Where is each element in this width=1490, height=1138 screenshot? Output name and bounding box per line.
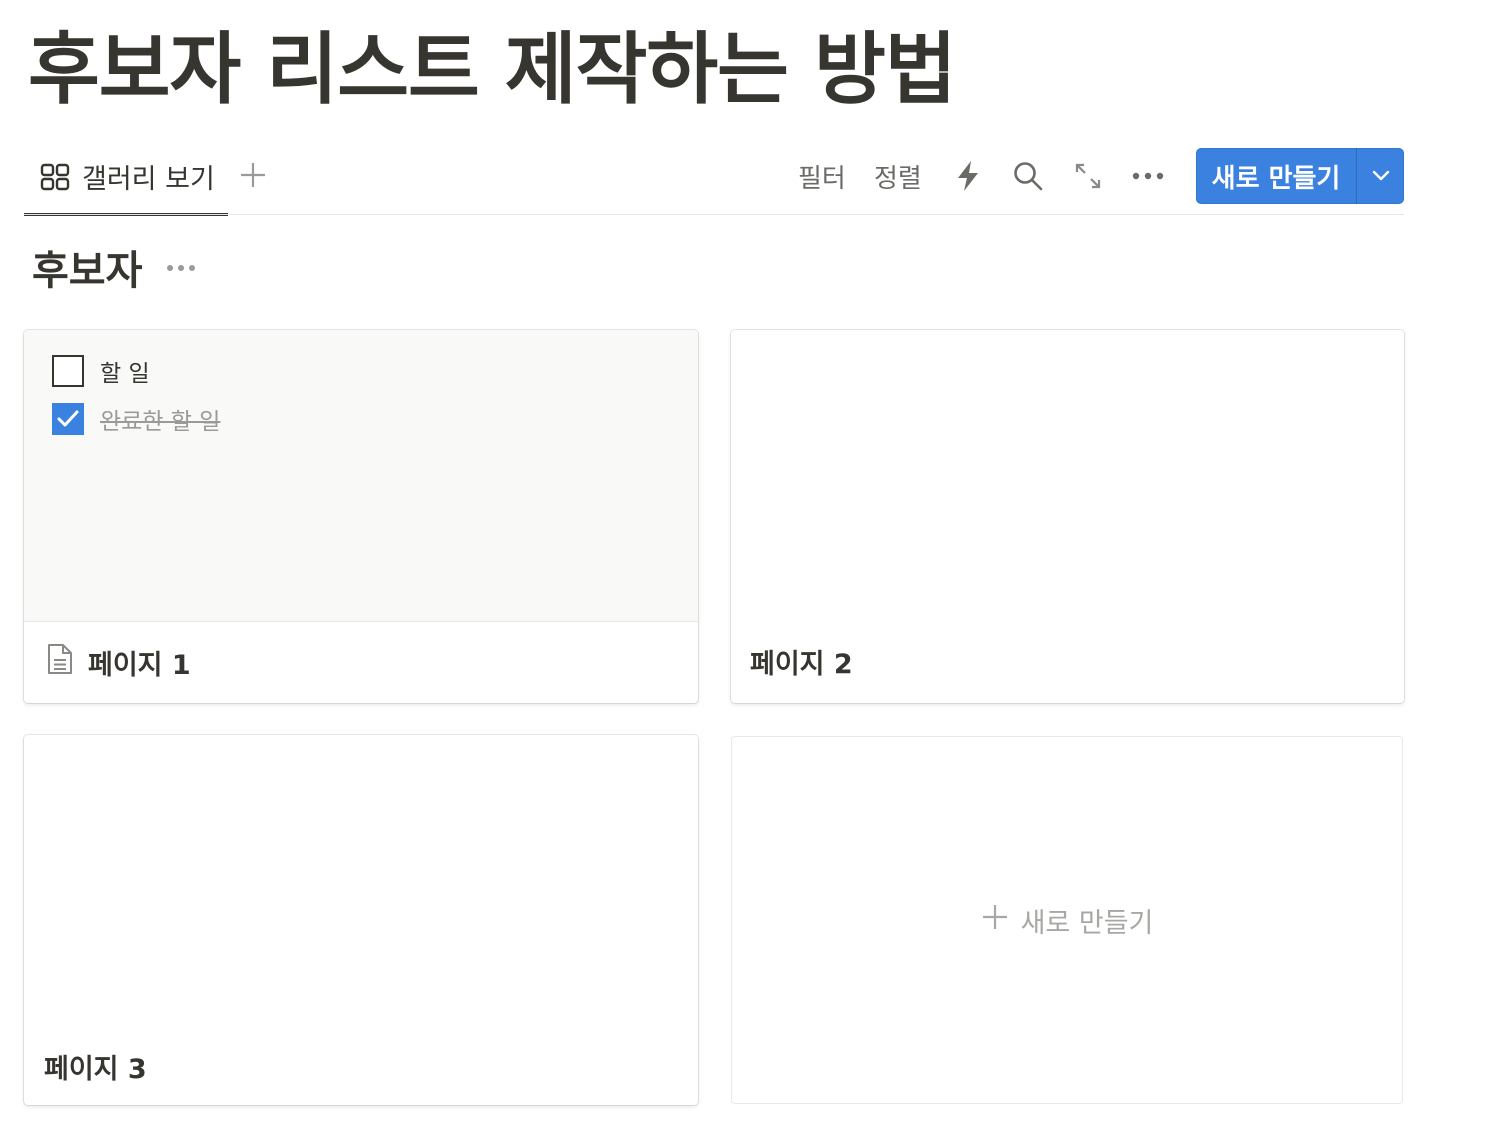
todo-label-done: 완료한 할 일 bbox=[100, 409, 221, 435]
gallery-card-2[interactable]: 페이지 2 bbox=[731, 330, 1404, 703]
card-title: 페이지 1 bbox=[46, 642, 191, 683]
card-title: 페이지 3 bbox=[44, 1047, 147, 1086]
page-title: 후보자 리스트 제작하는 방법 bbox=[28, 25, 957, 115]
card-preview: 할 일 완료한 할 일 bbox=[24, 330, 698, 622]
more-options-icon[interactable] bbox=[1132, 160, 1164, 192]
new-card-button[interactable]: 새로 만들기 bbox=[731, 736, 1403, 1104]
gallery-card-1[interactable]: 할 일 완료한 할 일 페이지 1 bbox=[24, 330, 698, 703]
new-button-dropdown[interactable] bbox=[1357, 148, 1404, 204]
card-title-text: 페이지 2 bbox=[750, 649, 853, 680]
plus-icon bbox=[981, 903, 1009, 938]
toolbar-divider bbox=[24, 214, 1404, 215]
group-header: 후보자 bbox=[32, 238, 196, 296]
card-title-text: 페이지 3 bbox=[44, 1054, 147, 1085]
tab-gallery-view[interactable]: 갤러리 보기 bbox=[24, 140, 228, 216]
check-icon bbox=[57, 410, 79, 427]
page-icon bbox=[46, 642, 74, 683]
chevron-down-icon bbox=[1372, 170, 1389, 181]
checkbox-unchecked[interactable] bbox=[52, 355, 84, 387]
gallery-icon bbox=[40, 162, 70, 192]
todo-item-done: 완료한 할 일 bbox=[52, 402, 220, 436]
add-view-plus-icon[interactable] bbox=[238, 160, 268, 190]
card-title: 페이지 2 bbox=[750, 642, 853, 681]
checkbox-checked[interactable] bbox=[52, 403, 84, 435]
expand-icon[interactable] bbox=[1072, 160, 1104, 192]
todo-label: 할 일 bbox=[100, 361, 150, 387]
card-title-text: 페이지 1 bbox=[88, 650, 191, 681]
new-card-label: 새로 만들기 bbox=[1020, 907, 1154, 939]
filter-button[interactable]: 필터 bbox=[798, 158, 846, 195]
view-toolbar: 갤러리 보기 필터 정렬 새로 만들기 bbox=[24, 140, 1404, 216]
lightning-icon[interactable] bbox=[952, 160, 984, 192]
group-title: 후보자 bbox=[32, 248, 143, 294]
new-button[interactable]: 새로 만들기 bbox=[1196, 148, 1356, 204]
gallery-card-3[interactable]: 페이지 3 bbox=[24, 735, 698, 1105]
todo-item: 할 일 bbox=[52, 354, 150, 388]
new-button-group: 새로 만들기 bbox=[1196, 148, 1404, 204]
tab-gallery-view-label: 갤러리 보기 bbox=[82, 164, 215, 195]
search-icon[interactable] bbox=[1012, 160, 1044, 192]
sort-button[interactable]: 정렬 bbox=[874, 158, 922, 195]
group-more-options-icon[interactable] bbox=[166, 258, 196, 277]
